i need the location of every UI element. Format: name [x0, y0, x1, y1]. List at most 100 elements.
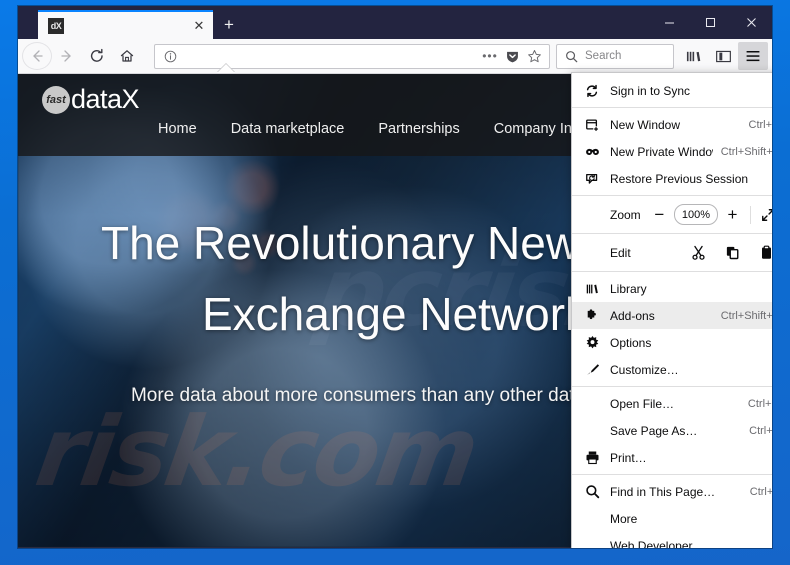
back-button[interactable]: [22, 42, 52, 70]
screen: dX ✕ + ••• Search fast dataX Home Data m…: [0, 0, 790, 565]
home-button[interactable]: [112, 42, 142, 70]
cut-icon[interactable]: [681, 240, 715, 266]
new-window-icon: [582, 115, 602, 135]
menu-item-library[interactable]: Library ›: [572, 275, 772, 302]
nav-link-data-marketplace[interactable]: Data marketplace: [231, 121, 345, 137]
sidebar-toggle-icon[interactable]: [708, 42, 738, 70]
menu-item-shortcut: Ctrl+F: [749, 485, 772, 498]
options-gear-icon: [582, 333, 602, 353]
library-icon: [582, 279, 602, 299]
menu-item-label: Open File…: [610, 396, 675, 411]
menu-item-save-page-as[interactable]: Save Page As… Ctrl+S: [572, 417, 772, 444]
addons-icon: [582, 306, 602, 326]
menu-item-more[interactable]: More ›: [572, 505, 772, 532]
edit-control-row: Edit: [572, 237, 772, 268]
menu-separator: [572, 271, 772, 272]
application-menu-panel: Sign in to Sync New Window Ctrl+N New Pr…: [571, 72, 772, 548]
menu-item-shortcut: Ctrl+N: [748, 118, 772, 131]
page-actions-icon[interactable]: •••: [479, 46, 501, 66]
navigation-toolbar: ••• Search: [18, 39, 772, 74]
edit-label: Edit: [610, 245, 631, 260]
blank-icon: [582, 536, 602, 549]
zoom-divider: [749, 205, 751, 224]
customize-brush-icon: [582, 360, 602, 380]
menu-item-label: Customize…: [610, 362, 679, 377]
menu-item-label: Library: [610, 281, 647, 296]
forward-button[interactable]: [52, 42, 82, 70]
submenu-arrow-icon: ›: [768, 512, 772, 526]
logo-wordmark: dataX: [71, 84, 140, 114]
menu-item-label: Print…: [610, 450, 647, 465]
close-button[interactable]: [731, 6, 772, 39]
browser-window: dX ✕ + ••• Search fast dataX Home Data m…: [18, 6, 772, 548]
menu-item-customize[interactable]: Customize…: [572, 356, 772, 383]
menu-item-new-window[interactable]: New Window Ctrl+N: [572, 111, 772, 138]
menu-separator: [572, 474, 772, 475]
minimize-button[interactable]: [649, 6, 690, 39]
menu-caret-icon: [217, 64, 235, 73]
menu-separator: [572, 386, 772, 387]
library-toolbar-icon[interactable]: [678, 42, 708, 70]
hamburger-menu-button[interactable]: [738, 42, 768, 70]
menu-item-shortcut: Ctrl+O: [747, 397, 772, 410]
copy-icon[interactable]: [715, 240, 749, 266]
tab-favicon-icon: dX: [48, 17, 64, 34]
menu-item-label: Restore Previous Session: [610, 171, 749, 186]
paste-icon[interactable]: [749, 240, 772, 266]
zoom-control-row: Zoom − 100% +: [572, 199, 772, 230]
menu-item-label: Options: [610, 335, 652, 350]
zoom-label: Zoom: [610, 207, 641, 222]
fullscreen-icon[interactable]: [754, 202, 772, 228]
menu-item-sign-in-to-sync[interactable]: Sign in to Sync: [572, 77, 772, 104]
tab-strip: dX ✕ +: [18, 6, 772, 39]
menu-item-shortcut: Ctrl+Shift+P: [720, 145, 772, 158]
nav-link-home[interactable]: Home: [158, 121, 197, 137]
menu-item-web-developer[interactable]: Web Developer ›: [572, 532, 772, 549]
menu-separator: [572, 107, 772, 108]
zoom-in-button[interactable]: +: [718, 202, 747, 228]
restore-session-icon: [582, 169, 602, 189]
pocket-shield-icon[interactable]: [501, 46, 523, 66]
menu-item-label: Find in This Page…: [610, 484, 716, 499]
menu-item-print[interactable]: Print…: [572, 444, 772, 471]
menu-item-shortcut: Ctrl+Shift+A: [720, 309, 772, 322]
zoom-out-button[interactable]: −: [645, 202, 674, 228]
menu-item-label: Add-ons: [610, 308, 655, 323]
menu-item-label: New Window: [610, 117, 681, 132]
menu-item-restore-previous-session[interactable]: Restore Previous Session: [572, 165, 772, 192]
bookmark-star-icon[interactable]: [523, 46, 545, 66]
menu-item-new-private-window[interactable]: New Private Window Ctrl+Shift+P: [572, 138, 772, 165]
menu-item-label: Web Developer: [610, 538, 693, 549]
search-input[interactable]: Search: [582, 50, 621, 62]
menu-item-label: Sign in to Sync: [610, 83, 691, 98]
tabstrip-left-padding: [18, 6, 38, 39]
menu-item-add-ons[interactable]: Add-ons Ctrl+Shift+A: [572, 302, 772, 329]
menu-item-open-file[interactable]: Open File… Ctrl+O: [572, 390, 772, 417]
address-bar[interactable]: •••: [154, 43, 550, 69]
reload-button[interactable]: [82, 42, 112, 70]
maximize-button[interactable]: [690, 6, 731, 39]
tab-close-icon[interactable]: ✕: [191, 18, 207, 34]
private-window-icon: [582, 142, 602, 162]
zoom-level-value[interactable]: 100%: [673, 204, 718, 225]
menu-item-options[interactable]: Options: [572, 329, 772, 356]
page-info-icon[interactable]: [159, 46, 181, 66]
menu-separator: [572, 233, 772, 234]
logo-badge-icon: fast: [42, 85, 70, 114]
menu-separator: [572, 195, 772, 196]
search-icon: [582, 482, 602, 502]
nav-link-partnerships[interactable]: Partnerships: [378, 121, 459, 137]
search-bar[interactable]: Search: [556, 43, 674, 69]
blank-icon: [582, 509, 602, 529]
blank-icon: [582, 421, 602, 441]
browser-tab-active[interactable]: dX ✕: [38, 10, 213, 39]
search-icon: [560, 46, 582, 66]
menu-item-label: Save Page As…: [610, 423, 698, 438]
submenu-arrow-icon: ›: [768, 282, 772, 296]
menu-item-find-in-this-page[interactable]: Find in This Page… Ctrl+F: [572, 478, 772, 505]
blank-icon: [582, 394, 602, 414]
site-logo[interactable]: fast dataX: [42, 84, 140, 115]
menu-item-shortcut: Ctrl+S: [749, 424, 772, 437]
print-icon: [582, 448, 602, 468]
new-tab-button[interactable]: +: [213, 10, 245, 39]
